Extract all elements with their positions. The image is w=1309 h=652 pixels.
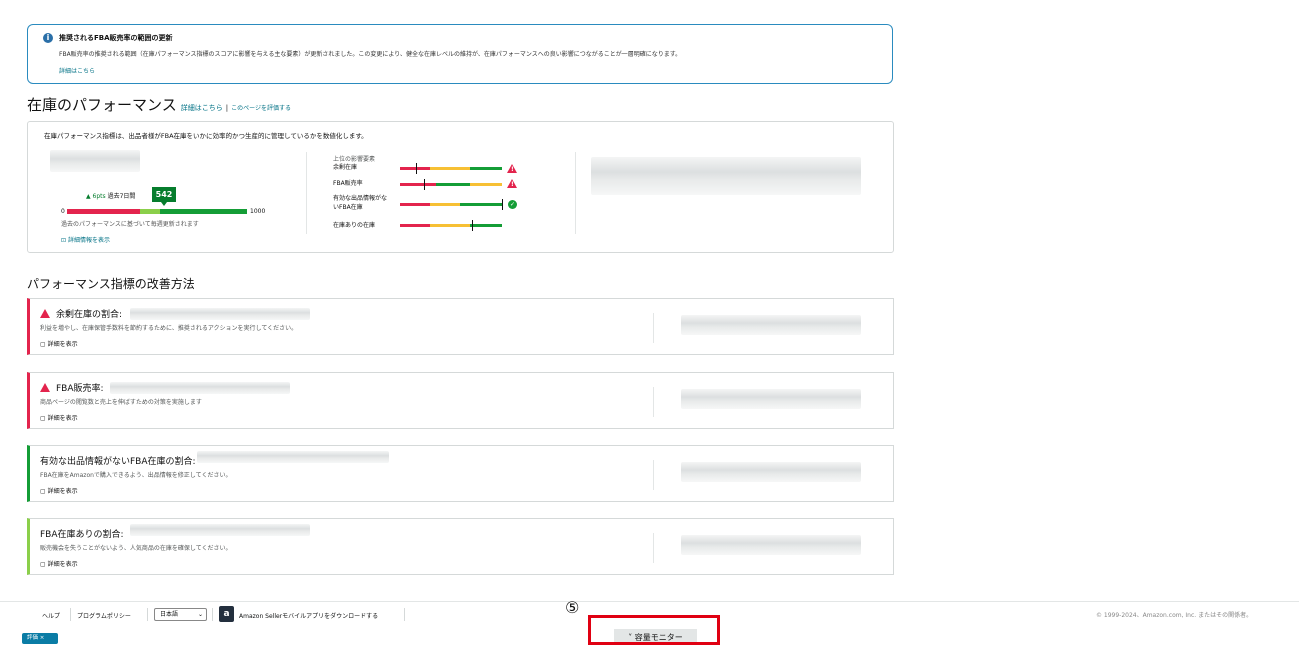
score-trend: ▲ 6pts 過去7日間 (86, 191, 135, 200)
factors-heading: 上位の影響要素 (333, 156, 376, 163)
link-separator: | (225, 104, 229, 112)
chevron-down-icon: ⌄ (197, 611, 203, 618)
blurred-metric (681, 462, 861, 482)
feedback-tag[interactable]: 評価 × (22, 633, 58, 644)
help-link[interactable]: ヘルプ (42, 611, 60, 620)
improve-title: 有効な出品情報がないFBA在庫の割合: (40, 457, 196, 467)
score-bar (67, 209, 247, 214)
improve-desc: 商品ページの閲覧数と売上を伸ばすための対策を実施します (40, 399, 202, 406)
checkbox-icon: ▢ (40, 488, 48, 495)
show-details-link[interactable]: ⊡ 詳細情報を表示 (61, 235, 110, 244)
annotation-number: ⑤ (565, 598, 580, 617)
blurred-score-label (50, 150, 140, 172)
divider (212, 608, 213, 621)
checkbox-icon: ▢ (40, 415, 48, 422)
improve-card-excess: 余剰在庫の割合: 利益を増やし、在庫保管手数料を節約するために、推奨されるアクシ… (27, 298, 894, 355)
warning-icon: ! (507, 179, 517, 188)
divider (575, 152, 576, 234)
trend-value: 6pts (92, 193, 106, 200)
factor-gauge-instock (400, 220, 502, 231)
copyright: © 1999-2024、Amazon.com, Inc. またはその関係者。 (1096, 612, 1253, 619)
update-banner: i 推奨されるFBA販売率の範囲の更新 FBA販売率の推奨される範囲（在庫パフォ… (27, 24, 893, 84)
improve-title: 余剰在庫の割合: (40, 307, 122, 320)
divider (70, 608, 71, 621)
divider (306, 152, 307, 234)
annotation-highlight-box (588, 615, 720, 645)
factor-gauge-stranded (400, 199, 503, 210)
score-max: 1000 (250, 208, 266, 215)
show-details-toggle[interactable]: ▢ 詳細を表示 (40, 413, 78, 422)
download-app-link[interactable]: Amazon Sellerモバイルアプリをダウンロードする (239, 611, 378, 620)
language-select[interactable]: 日本語 ⌄ (154, 608, 207, 621)
trend-period: 過去7日間 (107, 193, 136, 200)
score-badge: 542 (152, 187, 176, 206)
improve-desc: 販売機会を失うことがないよう、人気商品の在庫を確保してください。 (40, 545, 232, 552)
improve-desc: 利益を増やし、在庫保管手数料を節約するために、推奨されるアクションを実行してくだ… (40, 325, 298, 332)
divider (404, 608, 405, 621)
performance-score-card: 在庫パフォーマンス指標は、出品者様がFBA在庫をいかに効率的かつ生産的に管理して… (27, 121, 894, 253)
show-details-toggle[interactable]: ▢ 詳細を表示 (40, 339, 78, 348)
score-description: 在庫パフォーマンス指標は、出品者様がFBA在庫をいかに効率的かつ生産的に管理して… (44, 132, 368, 140)
blurred-metric (681, 389, 861, 409)
program-policy-link[interactable]: プログラムポリシー (77, 611, 131, 620)
improve-card-sellthrough: FBA販売率: 商品ページの閲覧数と売上を伸ばすための対策を実施します ▢ 詳細… (27, 372, 894, 429)
improve-card-stranded: 有効な出品情報がないFBA在庫の割合: FBA在庫をAmazonで購入できるよう… (27, 445, 894, 502)
factor-label-instock: 在庫ありの在庫 (333, 222, 376, 229)
page-title-row: 在庫のパフォーマンス 詳細はこちら | このページを評価する (27, 94, 291, 115)
footer-divider (0, 601, 1299, 602)
blurred-metric (681, 535, 861, 555)
divider (147, 608, 148, 621)
banner-title: 推奨されるFBA販売率の範囲の更新 (59, 34, 173, 42)
page-title: 在庫のパフォーマンス (27, 96, 177, 114)
factor-gauge-sellthrough (400, 179, 502, 190)
blurred-value (110, 382, 290, 394)
show-details-toggle[interactable]: ▢ 詳細を表示 (40, 559, 78, 568)
factor-label-excess: 余剰在庫 (333, 164, 358, 171)
warning-icon: ! (507, 164, 517, 173)
improve-card-instock: FBA在庫ありの割合: 販売機会を失うことがないよう、人気商品の在庫を確保してく… (27, 518, 894, 575)
blurred-value (197, 451, 389, 463)
factor-label-sellthrough: FBA販売率 (333, 180, 363, 187)
banner-more-link[interactable]: 詳細はこちら (59, 66, 95, 75)
score-update-note: 過去のパフォーマンスに基づいて毎週更新されます (61, 221, 199, 228)
improve-title: FBA在庫ありの割合: (40, 530, 124, 540)
blurred-summary (591, 157, 861, 195)
warning-icon (40, 309, 50, 318)
show-details-toggle[interactable]: ▢ 詳細を表示 (40, 486, 78, 495)
amazon-app-icon: a (219, 606, 234, 622)
score-min: 0 (61, 208, 65, 215)
blurred-metric (681, 315, 861, 335)
check-icon: ✓ (508, 200, 517, 209)
factor-label-stranded-1: 有効な出品情報がな (333, 195, 388, 202)
details-link[interactable]: 詳細はこちら (181, 104, 223, 112)
blurred-value (130, 308, 310, 320)
improve-title: FBA販売率: (40, 381, 104, 394)
improve-desc: FBA在庫をAmazonで購入できるよう、出品情報を修正してください。 (40, 472, 232, 479)
blurred-value (130, 524, 310, 536)
improve-heading: パフォーマンス指標の改善方法 (27, 277, 195, 291)
checkbox-icon: ▢ (40, 341, 48, 348)
warning-icon (40, 383, 50, 392)
info-icon: i (43, 33, 53, 43)
rate-page-link[interactable]: このページを評価する (231, 105, 291, 112)
factor-label-stranded-2: いFBA在庫 (333, 204, 363, 211)
expand-icon: ⊡ (61, 237, 68, 244)
checkbox-icon: ▢ (40, 561, 48, 568)
banner-body: FBA販売率の推奨される範囲（在庫パフォーマンス指標のスコアに影響を与える主な要… (59, 51, 682, 58)
factor-gauge-excess (400, 163, 502, 174)
